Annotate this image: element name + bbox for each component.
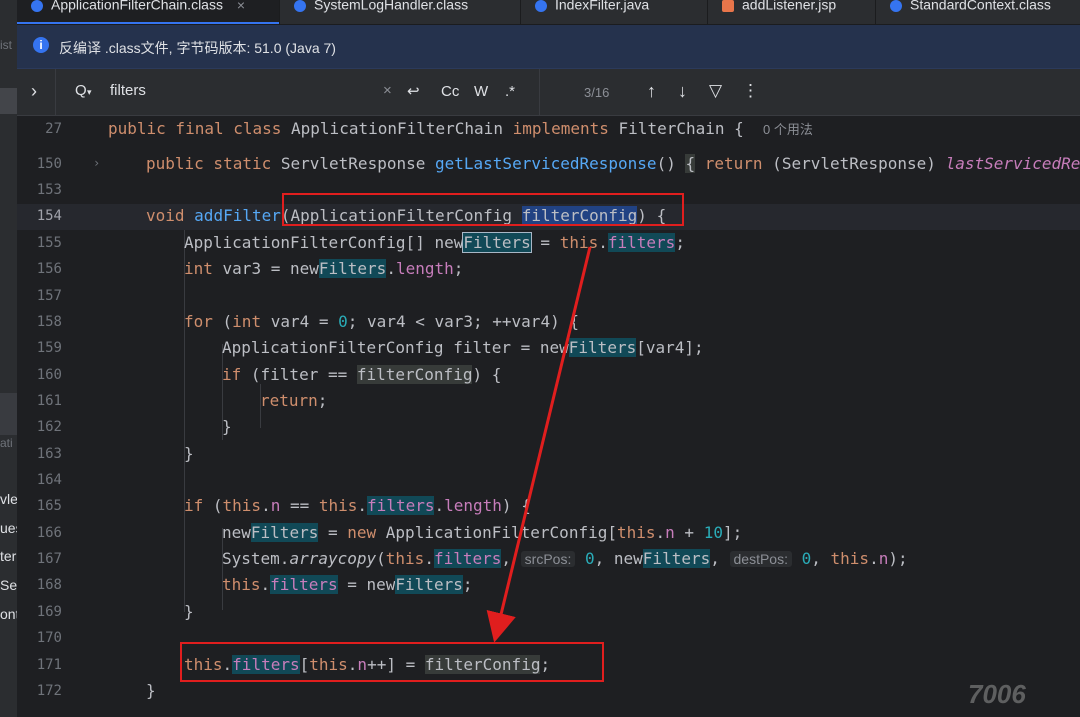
panel-fragment: ist bbox=[0, 38, 12, 52]
tab-standardcontext[interactable]: StandardContext.class bbox=[876, 0, 1080, 24]
class-file-icon bbox=[294, 0, 306, 12]
class-file-icon bbox=[890, 0, 902, 12]
newline-icon[interactable]: ↩ bbox=[407, 82, 420, 100]
tab-label: ApplicationFilterChain.class bbox=[51, 0, 223, 13]
panel-fragment: ati bbox=[0, 436, 13, 450]
search-history-chevron-icon[interactable]: ▾ bbox=[87, 87, 92, 98]
panel-fragment[interactable]: ues bbox=[0, 520, 17, 536]
search-icon[interactable]: Q bbox=[75, 82, 87, 99]
close-tab-icon[interactable]: × bbox=[237, 0, 245, 13]
tab-indexfilter[interactable]: IndexFilter.java bbox=[521, 0, 707, 24]
tab-label: SystemLogHandler.class bbox=[314, 0, 469, 13]
prev-occurrence-icon[interactable]: ↑ bbox=[647, 81, 656, 102]
expand-replace-icon[interactable]: › bbox=[31, 81, 37, 102]
decompiled-info-banner: i 反编译 .class文件, 字节码版本: 51.0 (Java 7) bbox=[17, 25, 1080, 69]
next-occurrence-icon[interactable]: ↓ bbox=[678, 81, 687, 102]
jsp-file-icon bbox=[722, 0, 734, 12]
java-file-icon bbox=[535, 0, 547, 12]
highlighted-row bbox=[0, 393, 17, 435]
banner-text: 反编译 .class文件, 字节码版本: 51.0 (Java 7) bbox=[59, 40, 336, 56]
tab-label: addListener.jsp bbox=[742, 0, 837, 13]
tab-label: IndexFilter.java bbox=[555, 0, 650, 13]
tab-systemloghandler[interactable]: SystemLogHandler.class bbox=[280, 0, 520, 24]
match-counter: 3/16 bbox=[584, 85, 610, 100]
editor-tab-bar: ApplicationFilterChain.class × SystemLog… bbox=[17, 0, 1080, 25]
selected-row bbox=[0, 88, 17, 114]
panel-fragment[interactable]: Se bbox=[0, 577, 17, 593]
code-editor[interactable]: 27 150 153 154 155 156 157 158 159 160 1… bbox=[17, 116, 1080, 717]
project-panel-edge[interactable]: ist ati vle ues ter Se ont bbox=[0, 0, 18, 717]
watermark-logo: 7006 bbox=[968, 679, 1026, 709]
find-bar: › Q ▾ filters × ↩ Cc W .* 3/16 ↑ ↓ ▽ ⋮ bbox=[17, 69, 1080, 116]
search-input[interactable]: filters bbox=[110, 82, 146, 99]
tab-label: StandardContext.class bbox=[910, 0, 1051, 13]
more-options-icon[interactable]: ⋮ bbox=[742, 81, 759, 101]
clear-search-icon[interactable]: × bbox=[383, 82, 392, 99]
tab-addlistener[interactable]: addListener.jsp bbox=[708, 0, 875, 24]
match-case-toggle[interactable]: Cc bbox=[441, 83, 459, 100]
class-file-icon bbox=[31, 0, 43, 12]
regex-toggle[interactable]: .* bbox=[505, 83, 515, 100]
panel-fragment[interactable]: ont bbox=[0, 606, 17, 622]
panel-fragment[interactable]: ter bbox=[0, 548, 16, 564]
tab-applicationfilterchain[interactable]: ApplicationFilterChain.class × bbox=[17, 0, 279, 24]
panel-fragment[interactable]: vle bbox=[0, 491, 17, 507]
annotation-arrow bbox=[486, 246, 592, 643]
info-icon: i bbox=[33, 37, 49, 53]
filter-icon[interactable]: ▽ bbox=[709, 81, 722, 101]
whole-word-toggle[interactable]: W bbox=[474, 83, 488, 100]
